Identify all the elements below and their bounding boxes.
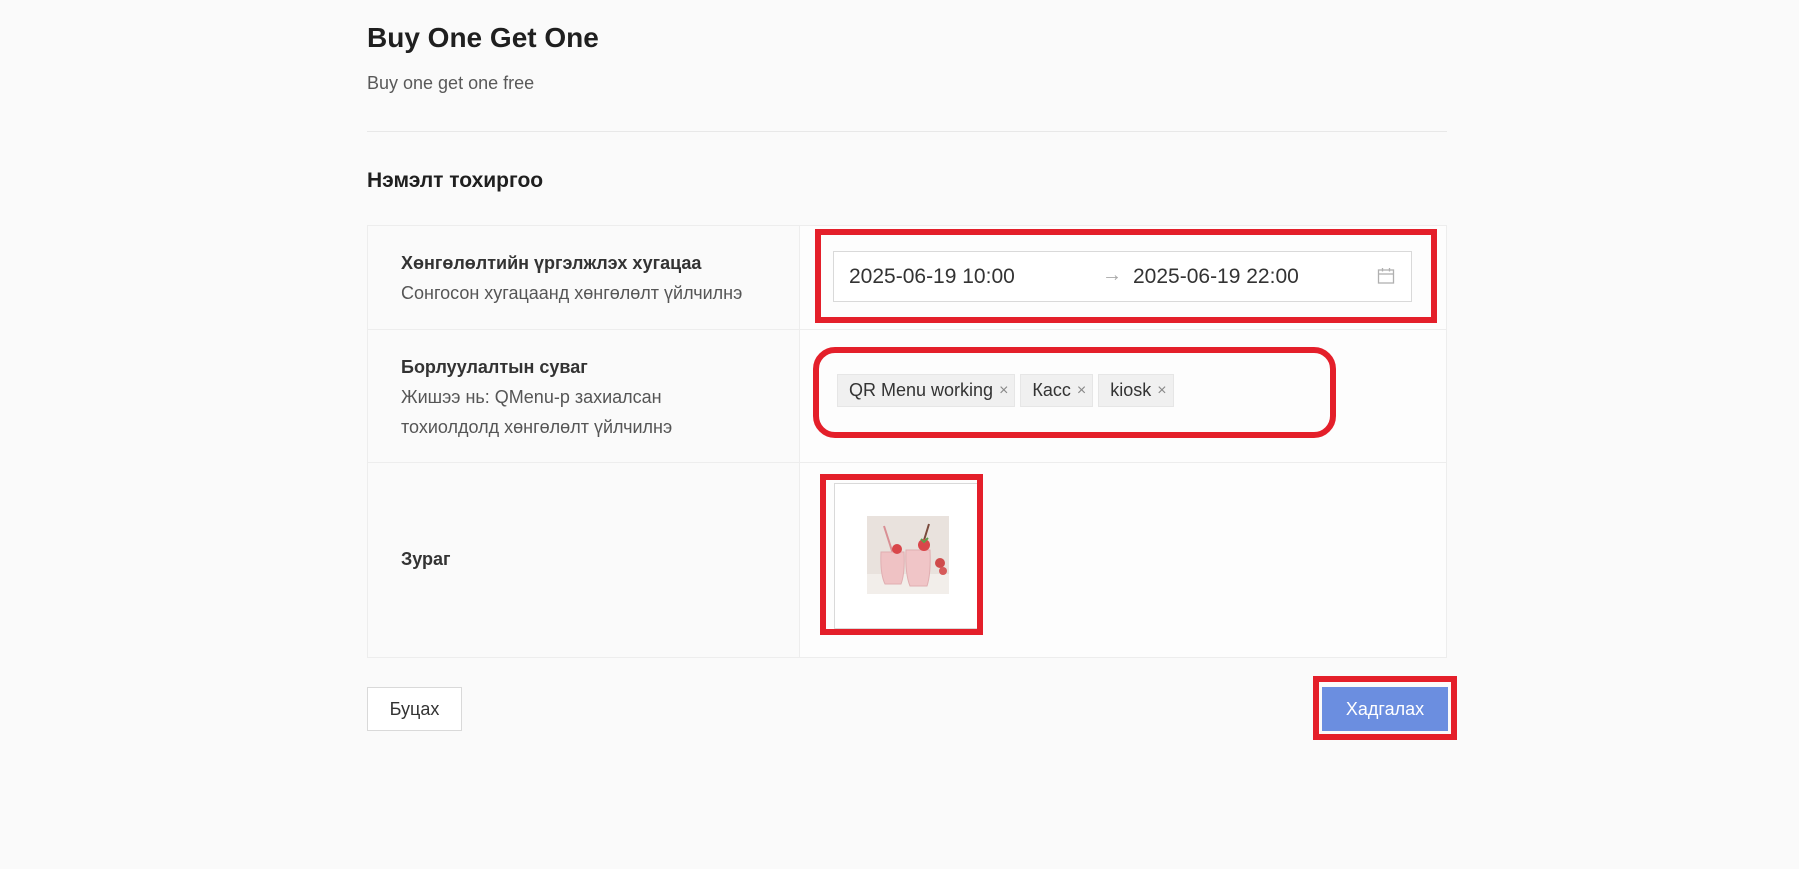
divider xyxy=(367,131,1447,132)
page: Buy One Get One Buy one get one free Нэм… xyxy=(0,0,1799,869)
strawberry-smoothie-image xyxy=(867,516,949,594)
tag-label: kiosk xyxy=(1110,380,1152,400)
tag-close-icon[interactable]: × xyxy=(1157,382,1166,400)
channel-label: Борлуулалтын суваг xyxy=(401,357,588,377)
period-label: Хөнгөлөлтийн үргэлжлэх хугацаа xyxy=(401,253,702,273)
tag-label: QR Menu working xyxy=(849,380,994,400)
period-description: Сонгосон хугацаанд хөнгөлөлт үйлчилнэ xyxy=(401,283,743,303)
image-label: Зураг xyxy=(401,549,451,569)
save-button[interactable]: Хадгалах xyxy=(1322,687,1448,731)
page-title: Buy One Get One xyxy=(367,22,599,53)
value-cell-period: 2025-06-19 10:00 → 2025-06-19 22:00 xyxy=(800,226,1446,329)
label-cell-image: Зураг xyxy=(368,463,800,657)
channel-select[interactable]: QR Menu working × Касс × kiosk × xyxy=(837,374,1174,407)
row-image: Зураг xyxy=(368,463,1446,657)
back-button[interactable]: Буцах xyxy=(367,687,462,731)
label-group-period: Хөнгөлөлтийн үргэлжлэх хугацаа Сонгосон … xyxy=(401,248,742,308)
page-subtitle: Buy one get one free xyxy=(367,73,535,93)
row-period: Хөнгөлөлтийн үргэлжлэх хугацаа Сонгосон … xyxy=(368,226,1446,330)
settings-table: Хөнгөлөлтийн үргэлжлэх хугацаа Сонгосон … xyxy=(367,225,1447,658)
tag-kass: Касс × xyxy=(1020,374,1094,407)
tag-label: Касс xyxy=(1032,380,1071,400)
tag-qr-menu: QR Menu working × xyxy=(837,374,1016,407)
channel-description: Жишээ нь: QMenu-р захиалсан тохиолдолд х… xyxy=(401,387,673,437)
tag-kiosk: kiosk × xyxy=(1098,374,1174,407)
label-cell-period: Хөнгөлөлтийн үргэлжлэх хугацаа Сонгосон … xyxy=(368,226,800,329)
range-arrow-icon: → xyxy=(1102,264,1122,286)
value-cell-image xyxy=(800,463,1446,657)
date-range-picker[interactable]: 2025-06-19 10:00 → 2025-06-19 22:00 xyxy=(833,251,1412,302)
row-channel: Борлуулалтын суваг Жишээ нь: QMenu-р зах… xyxy=(368,330,1446,463)
label-cell-channel: Борлуулалтын суваг Жишээ нь: QMenu-р зах… xyxy=(368,330,800,462)
value-cell-channel: QR Menu working × Касс × kiosk × xyxy=(800,330,1446,462)
image-upload[interactable] xyxy=(834,483,980,629)
label-group-channel: Борлуулалтын суваг Жишээ нь: QMenu-р зах… xyxy=(401,352,761,442)
range-start-input[interactable]: 2025-06-19 10:00 xyxy=(849,265,1015,289)
tag-close-icon[interactable]: × xyxy=(999,382,1008,400)
calendar-icon[interactable] xyxy=(1377,267,1395,285)
section-title: Нэмэлт тохиргоо xyxy=(367,169,544,192)
range-end-input[interactable]: 2025-06-19 22:00 xyxy=(1133,265,1299,289)
tag-close-icon[interactable]: × xyxy=(1077,382,1086,400)
